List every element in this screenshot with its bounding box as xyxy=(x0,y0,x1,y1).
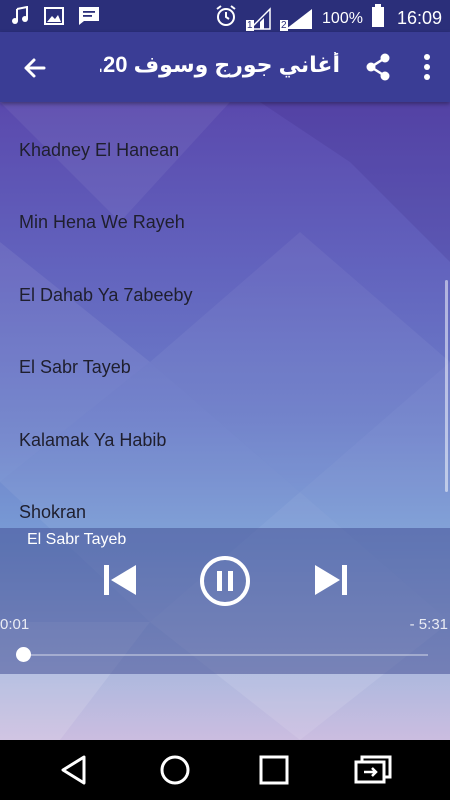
pause-icon[interactable] xyxy=(199,555,251,612)
song-title: El Dahab Ya 7abeeby xyxy=(19,284,193,305)
dual-window-icon[interactable] xyxy=(354,754,392,791)
page-title: أغاني جورج وسوف 20... xyxy=(100,52,340,77)
signal-icon: 2 xyxy=(280,7,314,31)
song-title: Shokran xyxy=(19,502,87,522)
back-arrow-icon[interactable] xyxy=(16,50,52,86)
clock: 16:09 xyxy=(396,8,442,28)
message-icon xyxy=(78,6,100,31)
list-item[interactable]: Shokran xyxy=(0,465,450,538)
song-title: Kalamak Ya Habib xyxy=(19,429,167,450)
remaining-time: - 5:31 xyxy=(409,616,448,633)
song-title: Min Hena We Rayeh xyxy=(19,212,185,232)
seek-knob[interactable] xyxy=(15,647,31,662)
home-circle-icon[interactable] xyxy=(159,754,191,791)
recents-square-icon[interactable] xyxy=(258,754,290,791)
status-bar: 1 2 100% 16:09 xyxy=(0,0,450,32)
image-icon xyxy=(44,6,64,31)
list-item[interactable]: Min Hena We Rayeh xyxy=(0,175,450,248)
song-list-area[interactable]: Khadney El Hanean Min Hena We Rayeh El D… xyxy=(0,102,450,740)
sim2-label: 2 xyxy=(280,19,288,31)
song-title: Khadney El Hanean xyxy=(19,139,180,160)
player-panel: El Sabr Tayeb 0:01 - 5:31 xyxy=(0,528,450,674)
skip-next-icon[interactable] xyxy=(313,563,349,602)
system-nav-bar xyxy=(0,740,450,800)
list-item[interactable]: El Sabr Tayeb xyxy=(0,320,450,393)
now-playing-title: El Sabr Tayeb xyxy=(27,531,127,548)
list-item[interactable]: Khadney El Hanean xyxy=(0,102,450,175)
battery-icon xyxy=(371,4,385,33)
more-vert-icon[interactable] xyxy=(422,52,432,87)
music-icon xyxy=(10,5,30,31)
sim1-label: 1 xyxy=(246,19,254,31)
back-triangle-icon[interactable] xyxy=(58,754,90,791)
signal-icon: 1 xyxy=(246,6,272,31)
song-title: El Sabr Tayeb xyxy=(19,357,131,377)
scrollbar[interactable] xyxy=(445,280,448,492)
battery-percent: 100% xyxy=(322,9,363,27)
elapsed-time: 0:01 xyxy=(0,616,30,633)
app-bar: أغاني جورج وسوف 20... xyxy=(0,32,450,102)
list-item[interactable]: El Dahab Ya 7abeeby xyxy=(0,247,450,320)
seek-bar[interactable] xyxy=(22,654,428,656)
share-icon[interactable] xyxy=(364,52,392,87)
skip-previous-icon[interactable] xyxy=(102,563,138,602)
alarm-icon xyxy=(214,4,238,33)
song-list: Khadney El Hanean Min Hena We Rayeh El D… xyxy=(0,102,450,537)
list-item[interactable]: Kalamak Ya Habib xyxy=(0,392,450,465)
